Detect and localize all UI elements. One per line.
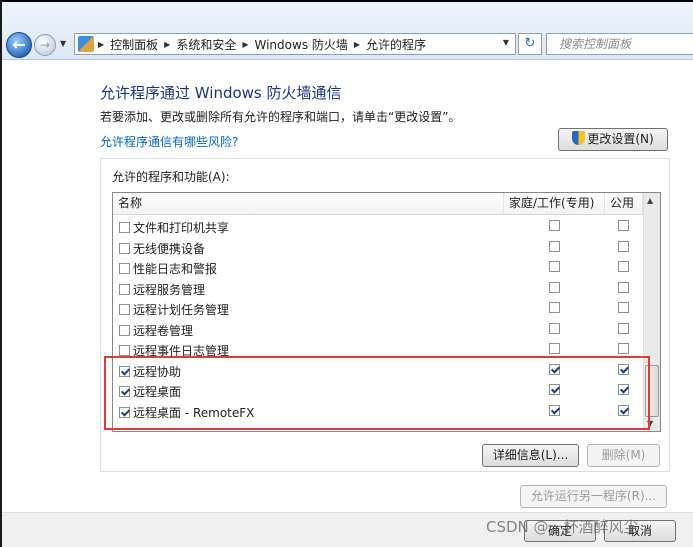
address-box[interactable]: ▶ 控制面板 ▶ 系统和安全 ▶ Windows 防火墙 ▶ 允许的程序 ▼ — [74, 33, 516, 55]
vertical-scrollbar[interactable]: ▲ ▼ — [643, 193, 660, 431]
program-enabled-checkbox[interactable] — [119, 345, 130, 356]
program-enabled-checkbox[interactable] — [119, 304, 130, 315]
risk-info-link[interactable]: 允许程序通信有哪些风险? — [100, 133, 238, 150]
program-name: 远程计划任务管理 — [133, 303, 230, 317]
refresh-button[interactable]: ↻ — [518, 33, 542, 55]
home-network-checkbox[interactable] — [549, 322, 560, 334]
uac-shield-icon — [572, 131, 586, 145]
home-network-checkbox[interactable] — [549, 261, 560, 272]
program-name: 远程卷管理 — [133, 323, 194, 338]
public-network-checkbox[interactable] — [618, 343, 629, 354]
breadcrumb-allowed-programs[interactable]: 允许的程序 — [366, 36, 426, 53]
chevron-right-icon[interactable]: ▶ — [354, 40, 360, 49]
details-button[interactable]: 详细信息(L)... — [482, 444, 579, 467]
table-row[interactable]: 远程桌面 - RemoteFX — [113, 401, 643, 422]
public-network-checkbox[interactable] — [618, 281, 629, 293]
public-network-checkbox[interactable] — [618, 240, 629, 252]
home-network-checkbox[interactable] — [549, 281, 560, 293]
list-header: 名称 家庭/工作(专用) 公用 — [113, 193, 643, 215]
program-name: 无线便携设备 — [133, 241, 206, 256]
column-header-public[interactable]: 公用 — [605, 193, 643, 215]
program-name: 远程服务管理 — [133, 282, 206, 297]
public-network-checkbox[interactable] — [618, 322, 629, 334]
program-name: 远程桌面 - RemoteFX — [133, 405, 255, 420]
table-row[interactable]: 文件和打印机共享 — [113, 216, 643, 237]
program-enabled-checkbox[interactable] — [119, 365, 130, 377]
chevron-right-icon[interactable]: ▶ — [242, 40, 248, 49]
column-header-home[interactable]: 家庭/工作(专用) — [504, 193, 605, 215]
program-enabled-checkbox[interactable] — [119, 324, 130, 336]
table-row[interactable]: 远程桌面 — [113, 380, 643, 401]
scroll-up-icon[interactable]: ▲ — [647, 196, 653, 205]
home-network-checkbox[interactable] — [549, 384, 560, 395]
refresh-icon: ↻ — [524, 36, 536, 51]
home-network-checkbox[interactable] — [549, 404, 560, 416]
public-network-checkbox[interactable] — [618, 404, 629, 416]
scroll-thumb[interactable] — [645, 365, 659, 417]
table-row[interactable]: 远程服务管理 — [113, 278, 643, 299]
forward-button[interactable]: → — [34, 34, 56, 56]
table-row[interactable]: 远程事件日志管理 — [113, 339, 643, 360]
recent-pages-dropdown-icon[interactable]: ▼ — [60, 39, 66, 48]
program-enabled-checkbox[interactable] — [119, 222, 130, 233]
back-button[interactable]: ← — [6, 32, 32, 58]
control-panel-icon — [78, 36, 94, 52]
program-name: 远程事件日志管理 — [133, 344, 230, 358]
program-rows: 文件和打印机共享 无线便携设备 性能日志和警报 远程服务管理 远程计划任务管理 … — [113, 216, 643, 421]
scroll-down-icon[interactable]: ▼ — [647, 419, 653, 428]
remove-button[interactable]: 删除(M) — [587, 444, 660, 467]
breadcrumb-system-security[interactable]: 系统和安全 — [176, 36, 236, 53]
home-network-checkbox[interactable] — [549, 363, 560, 375]
program-enabled-checkbox[interactable] — [119, 406, 130, 418]
program-name: 性能日志和警报 — [133, 262, 218, 276]
table-row[interactable]: 远程卷管理 — [113, 319, 643, 340]
home-network-checkbox[interactable] — [549, 302, 560, 313]
window-frame-left — [0, 0, 2, 547]
program-enabled-checkbox[interactable] — [119, 283, 130, 295]
table-row[interactable]: 远程协助 — [113, 360, 643, 381]
chevron-right-icon[interactable]: ▶ — [98, 40, 104, 49]
home-network-checkbox[interactable] — [549, 240, 560, 252]
table-row[interactable]: 无线便携设备 — [113, 237, 643, 258]
allowed-programs-list[interactable]: 名称 家庭/工作(专用) 公用 文件和打印机共享 无线便携设备 性能日志和警报 … — [112, 192, 661, 432]
program-enabled-checkbox[interactable] — [119, 263, 130, 274]
program-enabled-checkbox[interactable] — [119, 386, 130, 397]
breadcrumb-control-panel[interactable]: 控制面板 — [110, 36, 158, 53]
public-network-checkbox[interactable] — [618, 261, 629, 272]
change-settings-button[interactable]: 更改设置(N) — [558, 128, 668, 151]
chevron-right-icon[interactable]: ▶ — [164, 40, 170, 49]
program-name: 远程协助 — [133, 364, 182, 379]
home-network-checkbox[interactable] — [549, 220, 560, 231]
breadcrumb-windows-firewall[interactable]: Windows 防火墙 — [255, 36, 348, 53]
program-name: 远程桌面 — [133, 385, 182, 399]
change-settings-label: 更改设置(N) — [587, 132, 654, 146]
address-toolbar: ← → ▼ ▶ 控制面板 ▶ 系统和安全 ▶ Windows 防火墙 ▶ 允许的… — [2, 2, 693, 60]
watermark: CSDN @一杯酒醉风尘 — [486, 518, 639, 536]
page-description: 若要添加、更改或删除所有允许的程序和端口，请单击“更改设置”。 — [100, 110, 461, 124]
program-enabled-checkbox[interactable] — [119, 242, 130, 254]
search-input[interactable]: 搜索控制面板 — [546, 33, 693, 55]
page-title: 允许程序通过 Windows 防火墙通信 — [100, 84, 342, 102]
program-name: 文件和打印机共享 — [133, 221, 230, 235]
allow-another-program-button[interactable]: 允许运行另一程序(R)... — [520, 485, 667, 508]
public-network-checkbox[interactable] — [618, 302, 629, 313]
address-history-dropdown-icon[interactable]: ▼ — [503, 38, 509, 47]
public-network-checkbox[interactable] — [618, 363, 629, 375]
public-network-checkbox[interactable] — [618, 220, 629, 231]
table-row[interactable]: 远程计划任务管理 — [113, 298, 643, 319]
allowed-programs-label: 允许的程序和功能(A): — [112, 170, 230, 184]
home-network-checkbox[interactable] — [549, 343, 560, 354]
table-row[interactable]: 性能日志和警报 — [113, 257, 643, 278]
column-header-name[interactable]: 名称 — [113, 193, 504, 215]
public-network-checkbox[interactable] — [618, 384, 629, 395]
